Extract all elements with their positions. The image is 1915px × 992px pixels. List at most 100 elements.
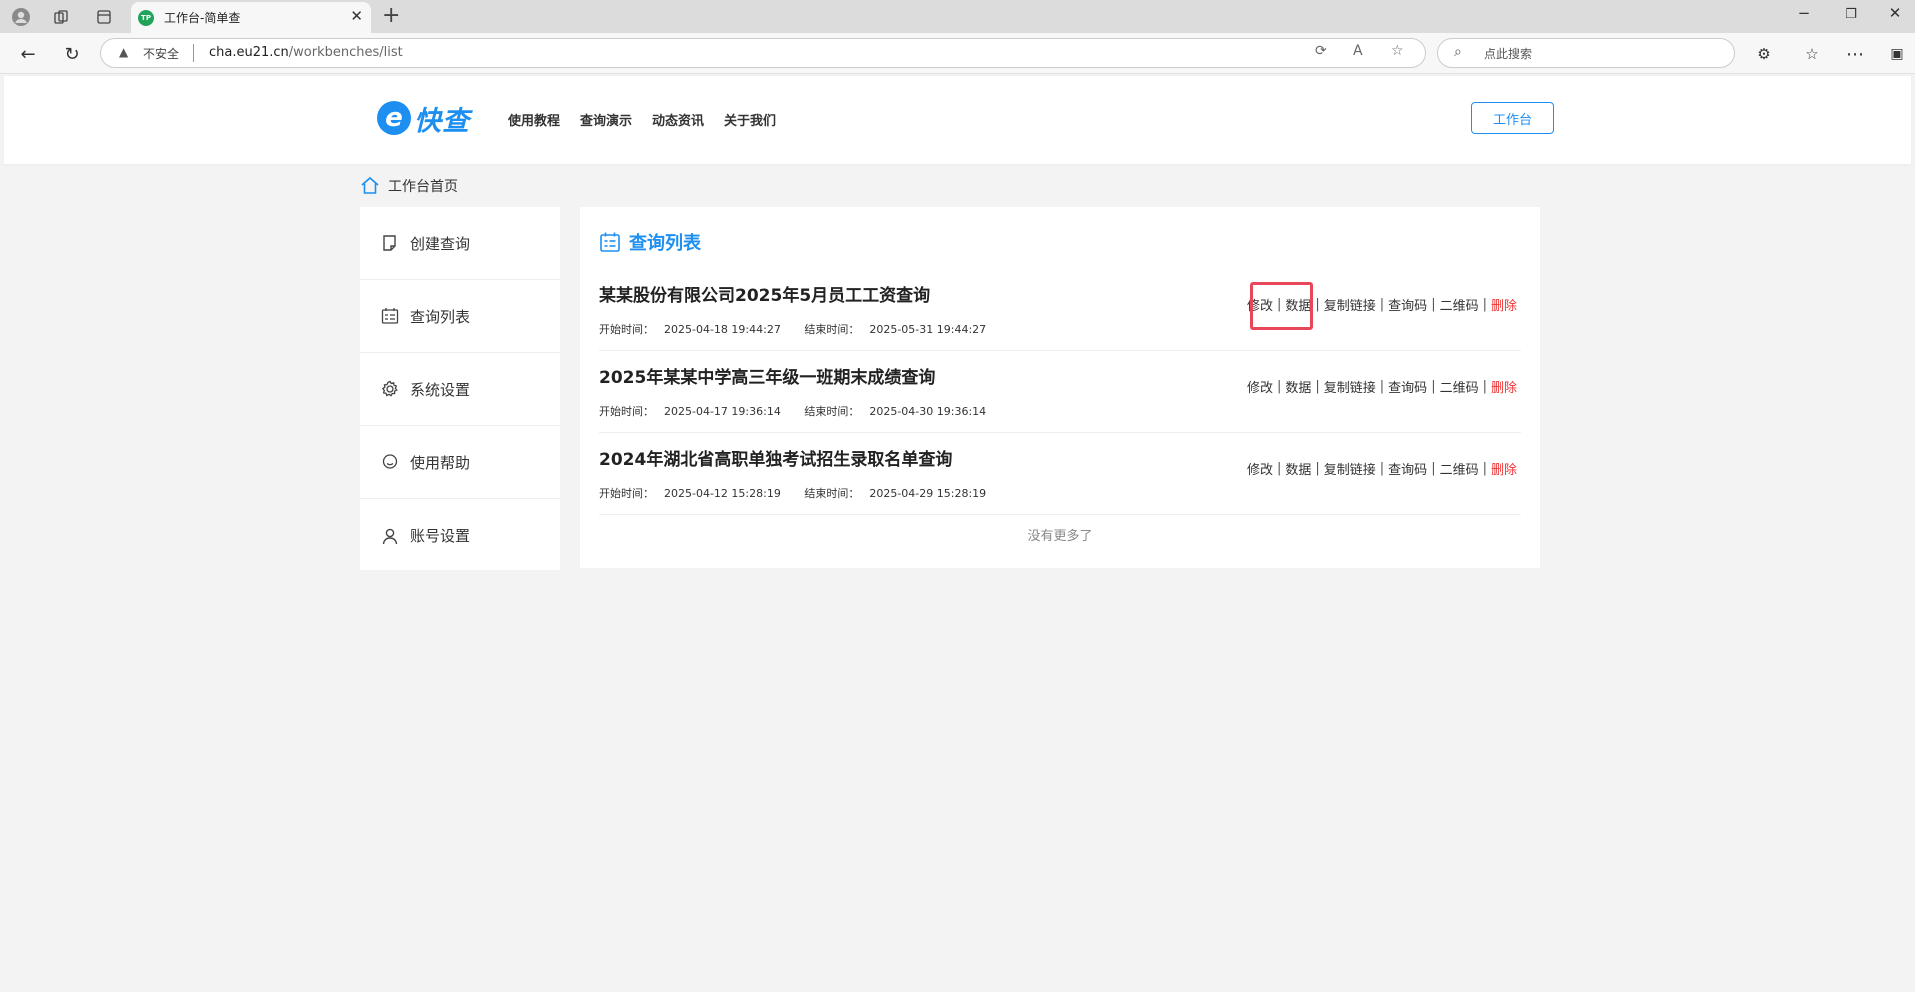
list-icon xyxy=(380,306,400,326)
new-tab-icon[interactable]: + xyxy=(382,3,400,28)
close-window-icon[interactable]: ✕ xyxy=(1880,4,1910,22)
qr-code-link[interactable]: 二维码 xyxy=(1440,459,1479,478)
query-list-card: 查询列表 某某股份有限公司2025年5月员工工资查询 开始时间： 2025-04-… xyxy=(580,207,1540,568)
no-more-text: 没有更多了 xyxy=(1027,529,1093,544)
end-time: 2025-04-30 19:36:14 xyxy=(869,405,987,418)
tab-title: 工作台-简单查 xyxy=(164,11,241,25)
site-favicon-icon: TP xyxy=(138,10,154,26)
chat-icon xyxy=(380,452,400,472)
logo-e-icon: e xyxy=(377,101,411,135)
workbench-button[interactable]: 工作台 xyxy=(1471,102,1554,134)
query-name[interactable]: 2025年某某中学高三年级一班期末成绩查询 xyxy=(599,363,935,388)
active-tab[interactable]: TP 工作台-简单查 ✕ xyxy=(131,2,371,33)
delete-link[interactable]: 删除 xyxy=(1491,377,1517,396)
start-time: 2025-04-17 19:36:14 xyxy=(664,405,781,418)
user-icon xyxy=(380,526,400,546)
search-placeholder: 点此搜索 xyxy=(1484,47,1533,61)
delete-link[interactable]: 删除 xyxy=(1491,295,1517,314)
qr-code-link[interactable]: 二维码 xyxy=(1440,295,1479,314)
query-actions: 修改 | 数据 | 复制链接 | 查询码 | 二维码 | 删除 xyxy=(1246,377,1517,396)
insecure-label: 不安全 xyxy=(143,47,180,61)
sidebar-item-label: 系统设置 xyxy=(410,380,471,399)
browser-address-bar: ← ↻ ▲ 不安全 cha.eu21.cn/workbenches/list ⟳… xyxy=(0,33,1915,74)
query-actions: 修改 | 数据 | 复制链接 | 查询码 | 二维码 | 删除 xyxy=(1246,459,1517,478)
sidebar-item-system-settings[interactable]: 系统设置 xyxy=(360,353,560,426)
extensions-icon[interactable]: ⚙ xyxy=(1752,42,1776,66)
copy-link-link[interactable]: 复制链接 xyxy=(1324,295,1376,314)
restore-icon[interactable]: ❐ xyxy=(1836,7,1866,22)
minimize-icon[interactable]: − xyxy=(1789,4,1819,22)
back-icon[interactable]: ← xyxy=(16,42,40,66)
more-menu-icon[interactable]: ⋯ xyxy=(1843,42,1867,66)
read-aloud-icon[interactable]: A xyxy=(1353,43,1363,59)
profile-icon[interactable] xyxy=(8,4,34,30)
sidebar-item-help[interactable]: 使用帮助 xyxy=(360,426,560,499)
sidebar-item-create-query[interactable]: 创建查询 xyxy=(360,207,560,280)
vertical-tabs-icon[interactable] xyxy=(91,4,117,30)
query-name[interactable]: 2024年湖北省高职单独考试招生录取名单查询 xyxy=(599,445,952,470)
search-icon: ⌕ xyxy=(1454,44,1462,60)
query-list: 某某股份有限公司2025年5月员工工资查询 开始时间： 2025-04-18 19… xyxy=(599,269,1521,515)
sidebar-item-label: 查询列表 xyxy=(410,307,471,326)
sidebar: 创建查询 查询列表 系统设置 使用帮助 账号设置 xyxy=(360,207,560,570)
query-row: 2024年湖北省高职单独考试招生录取名单查询 开始时间： 2025-04-12 1… xyxy=(599,433,1521,515)
end-time: 2025-05-31 19:44:27 xyxy=(869,323,987,336)
start-time: 2025-04-18 19:44:27 xyxy=(664,323,781,336)
site-logo[interactable]: e 快查 xyxy=(377,100,470,137)
copy-link-link[interactable]: 复制链接 xyxy=(1324,459,1376,478)
query-time: 开始时间： 2025-04-18 19:44:27 结束时间： 2025-05-31… xyxy=(599,323,987,336)
start-time: 2025-04-12 15:28:19 xyxy=(664,487,781,500)
nav-about[interactable]: 关于我们 xyxy=(724,110,776,129)
query-name[interactable]: 某某股份有限公司2025年5月员工工资查询 xyxy=(599,281,930,306)
breadcrumb: 工作台首页 xyxy=(360,176,458,196)
query-row: 某某股份有限公司2025年5月员工工资查询 开始时间： 2025-04-18 19… xyxy=(599,269,1521,351)
delete-link[interactable]: 删除 xyxy=(1491,459,1517,478)
query-time: 开始时间： 2025-04-17 19:36:14 结束时间： 2025-04-30… xyxy=(599,405,987,418)
note-icon xyxy=(380,233,400,253)
browser-tab-bar: TP 工作台-简单查 ✕ + − ❐ ✕ xyxy=(0,0,1915,33)
nav-news[interactable]: 动态资讯 xyxy=(652,110,704,129)
site-header: e 快查 使用教程 查询演示 动态资讯 关于我们 工作台 xyxy=(4,76,1911,164)
logo-text: 快查 xyxy=(414,105,470,137)
gear-icon xyxy=(380,379,400,399)
qr-code-link[interactable]: 二维码 xyxy=(1440,377,1479,396)
url-text: cha.eu21.cn/workbenches/list xyxy=(209,45,403,60)
sidebar-item-account-settings[interactable]: 账号设置 xyxy=(360,499,560,572)
sidebar-item-label: 账号设置 xyxy=(410,527,471,545)
favorite-star-icon[interactable]: ☆ xyxy=(1391,43,1404,59)
edit-link[interactable]: 修改 xyxy=(1247,459,1273,478)
top-nav: 使用教程 查询演示 动态资讯 关于我们 xyxy=(508,110,796,129)
query-time: 开始时间： 2025-04-12 15:28:19 结束时间： 2025-04-29… xyxy=(599,487,987,500)
sidebar-item-label: 创建查询 xyxy=(410,234,471,253)
card-title: 查询列表 xyxy=(599,229,701,255)
favorites-icon[interactable]: ☆ xyxy=(1800,42,1824,66)
reload-icon[interactable]: ↻ xyxy=(60,42,84,66)
data-link[interactable]: 数据 xyxy=(1285,377,1311,396)
query-row: 2025年某某中学高三年级一班期末成绩查询 开始时间： 2025-04-17 19… xyxy=(599,351,1521,433)
nav-tutorial[interactable]: 使用教程 xyxy=(508,110,560,129)
data-link[interactable]: 数据 xyxy=(1285,295,1311,314)
edit-link[interactable]: 修改 xyxy=(1247,295,1273,314)
copy-link-link[interactable]: 复制链接 xyxy=(1324,377,1376,396)
home-icon[interactable] xyxy=(360,176,380,196)
refresh-page-icon[interactable]: ⟳ xyxy=(1315,43,1327,59)
warning-icon: ▲ xyxy=(119,45,129,59)
url-field[interactable]: ▲ 不安全 cha.eu21.cn/workbenches/list ⟳ A ☆ xyxy=(100,38,1426,68)
nav-demo[interactable]: 查询演示 xyxy=(580,110,632,129)
query-code-link[interactable]: 查询码 xyxy=(1388,459,1427,478)
breadcrumb-workbench-home[interactable]: 工作台首页 xyxy=(388,176,458,196)
url-divider xyxy=(193,44,194,62)
close-tab-icon[interactable]: ✕ xyxy=(350,7,363,25)
sidebar-toggle-icon[interactable]: ▣ xyxy=(1885,42,1909,66)
page-title: 查询列表 xyxy=(629,233,701,254)
data-link[interactable]: 数据 xyxy=(1285,459,1311,478)
workspaces-icon[interactable] xyxy=(48,4,74,30)
query-actions: 修改 | 数据 | 复制链接 | 查询码 | 二维码 | 删除 xyxy=(1246,295,1517,314)
edit-link[interactable]: 修改 xyxy=(1247,377,1273,396)
end-time: 2025-04-29 15:28:19 xyxy=(869,487,987,500)
query-code-link[interactable]: 查询码 xyxy=(1388,295,1427,314)
query-code-link[interactable]: 查询码 xyxy=(1388,377,1427,396)
sidebar-item-query-list[interactable]: 查询列表 xyxy=(360,280,560,353)
browser-search-field[interactable]: ⌕ 点此搜索 xyxy=(1437,38,1735,68)
calendar-list-icon xyxy=(599,231,621,253)
